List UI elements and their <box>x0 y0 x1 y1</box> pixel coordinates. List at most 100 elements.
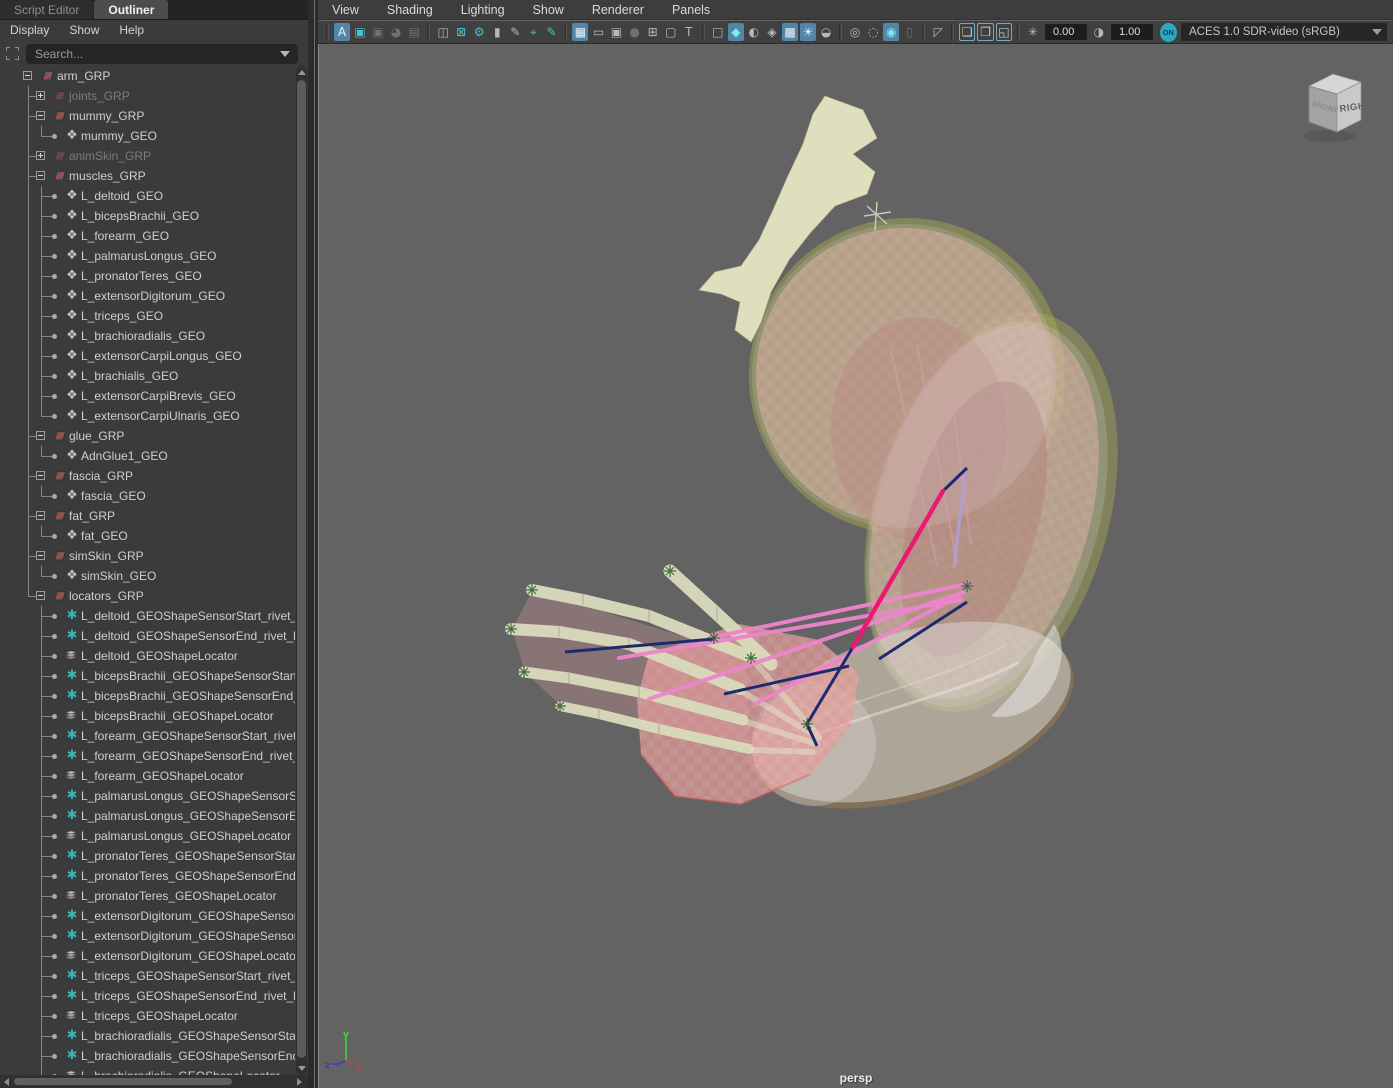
tree-row-L_deltoid_GEO[interactable]: ❖L_deltoid_GEO <box>0 186 295 206</box>
tree-row-AdnGlue1_GEO[interactable]: ❖AdnGlue1_GEO <box>0 446 295 466</box>
pan-zoom-icon[interactable]: ⌖ <box>525 23 541 41</box>
tree-row-L_extensorDigitorum_GEOShapeLocator[interactable]: L_extensorDigitorum_GEOShapeLocator <box>0 946 295 966</box>
tree-row-L_pronatorTeres_GEOShapeSensorEnd_rivet_loc[interactable]: ✱L_pronatorTeres_GEOShapeSensorEnd_rivet… <box>0 866 295 886</box>
outliner-menu-display[interactable]: Display <box>10 23 49 37</box>
camera-frame-icon[interactable]: ▣ <box>352 23 368 41</box>
tree-row-fat_GRP[interactable]: fat_GRP <box>0 506 295 526</box>
colorspace-dropdown[interactable]: ACES 1.0 SDR-video (sRGB) <box>1181 23 1387 41</box>
render-region-icon[interactable]: ◕ <box>388 23 404 41</box>
tree-row-muscles_GRP[interactable]: muscles_GRP <box>0 166 295 186</box>
tree-row-L_deltoid_GEOShapeLocator[interactable]: L_deltoid_GEOShapeLocator <box>0 646 295 666</box>
tree-row-L_bicepsBrachii_GEOShapeSensorStart_rivet_loc[interactable]: ✱L_bicepsBrachii_GEOShapeSensorStart_riv… <box>0 666 295 686</box>
safe-title-icon[interactable]: T <box>681 23 697 41</box>
scroll-up-icon[interactable] <box>298 70 306 75</box>
viewport-menu-shading[interactable]: Shading <box>387 3 433 17</box>
tree-row-L_palmarusLongus_GEOShapeLocator[interactable]: L_palmarusLongus_GEOShapeLocator <box>0 826 295 846</box>
resolution-gate-icon[interactable]: ▣ <box>609 23 625 41</box>
selection-box-icon[interactable] <box>6 47 19 60</box>
tree-row-animSkin_GRP[interactable]: animSkin_GRP <box>0 146 295 166</box>
exposure-field[interactable]: 0.00 <box>1045 24 1087 40</box>
viewport-menu-panels[interactable]: Panels <box>672 3 710 17</box>
search-dropdown-caret-icon[interactable] <box>280 51 290 57</box>
axis-gizmo[interactable]: y z x <box>325 1030 373 1072</box>
buffer-resize-icon[interactable]: ◱ <box>996 23 1012 41</box>
scroll-down-icon[interactable] <box>298 1066 306 1071</box>
tree-row-L_deltoid_GEOShapeSensorEnd_rivet_loc[interactable]: ✱L_deltoid_GEOShapeSensorEnd_rivet_loc <box>0 626 295 646</box>
wireframe-on-shaded-icon[interactable]: ◐ <box>746 23 762 41</box>
tree-row-L_extensorCarpiUlnaris_GEO[interactable]: ❖L_extensorCarpiUlnaris_GEO <box>0 406 295 426</box>
tree-row-L_palmarusLongus_GEOShapeSensorStart_rivet_loc[interactable]: ✱L_palmarusLongus_GEOShapeSensorStart_ri… <box>0 786 295 806</box>
tree-row-L_triceps_GEOShapeLocator[interactable]: L_triceps_GEOShapeLocator <box>0 1006 295 1026</box>
expand-icon[interactable] <box>36 151 45 160</box>
tree-row-L_bicepsBrachii_GEOShapeLocator[interactable]: L_bicepsBrachii_GEOShapeLocator <box>0 706 295 726</box>
select-highlight-icon[interactable]: A <box>334 23 350 41</box>
tree-row-L_forearm_GEO[interactable]: ❖L_forearm_GEO <box>0 226 295 246</box>
exposure-icon[interactable]: ✳ <box>1025 23 1041 41</box>
tree-row-L_forearm_GEOShapeLocator[interactable]: L_forearm_GEOShapeLocator <box>0 766 295 786</box>
collapse-icon[interactable] <box>36 551 45 560</box>
lights-icon[interactable]: ☀ <box>800 23 816 41</box>
viewport-menu-renderer[interactable]: Renderer <box>592 3 644 17</box>
panel-divider[interactable] <box>308 0 318 1088</box>
image-plane-icon[interactable]: ▤ <box>406 23 422 41</box>
camera-settings-icon[interactable]: ⚙ <box>471 23 487 41</box>
tree-row-L_triceps_GEOShapeSensorStart_rivet_loc[interactable]: ✱L_triceps_GEOShapeSensorStart_rivet_loc <box>0 966 295 986</box>
tree-row-fat_GEO[interactable]: ❖fat_GEO <box>0 526 295 546</box>
tree-row-L_pronatorTeres_GEOShapeSensorStart_rivet_loc[interactable]: ✱L_pronatorTeres_GEOShapeSensorStart_riv… <box>0 846 295 866</box>
tree-row-fascia_GEO[interactable]: ❖fascia_GEO <box>0 486 295 506</box>
tree-row-arm_GRP[interactable]: arm_GRP <box>0 66 295 86</box>
tree-row-simSkin_GRP[interactable]: simSkin_GRP <box>0 546 295 566</box>
tab-outliner[interactable]: Outliner <box>94 0 168 19</box>
ambient-occlusion-icon[interactable]: ◎ <box>847 23 863 41</box>
tree-row-L_palmarusLongus_GEO[interactable]: ❖L_palmarusLongus_GEO <box>0 246 295 266</box>
tree-row-locators_GRP[interactable]: locators_GRP <box>0 586 295 606</box>
tree-row-L_triceps_GEOShapeSensorEnd_rivet_loc[interactable]: ✱L_triceps_GEOShapeSensorEnd_rivet_loc <box>0 986 295 1006</box>
frame-selection-icon[interactable]: ▣ <box>370 23 386 41</box>
viewport-menu-lighting[interactable]: Lighting <box>461 3 505 17</box>
buffer-b-icon[interactable]: ❐ <box>977 23 993 41</box>
tree-row-L_extensorDigitorum_GEOShapeSensorEnd_rivet_loc[interactable]: ✱L_extensorDigitorum_GEOShapeSensorEnd_r… <box>0 926 295 946</box>
tree-row-simSkin_GEO[interactable]: ❖simSkin_GEO <box>0 566 295 586</box>
search-input[interactable] <box>26 47 280 61</box>
tree-row-L_brachialis_GEO[interactable]: ❖L_brachialis_GEO <box>0 366 295 386</box>
outliner-vertical-scrollbar[interactable] <box>296 66 307 1075</box>
collapse-icon[interactable] <box>36 431 45 440</box>
viewport-canvas[interactable]: FRONT RIGHT y z x persp <box>318 44 1393 1088</box>
collapse-icon[interactable] <box>36 471 45 480</box>
tab-script-editor[interactable]: Script Editor <box>0 0 93 19</box>
shadows-icon[interactable]: ◒ <box>818 23 834 41</box>
contrast-icon[interactable]: ◑ <box>1091 23 1107 41</box>
tree-row-L_bicepsBrachii_GEO[interactable]: ❖L_bicepsBrachii_GEO <box>0 206 295 226</box>
tree-row-glue_GRP[interactable]: glue_GRP <box>0 426 295 446</box>
tree-row-L_forearm_GEOShapeSensorEnd_rivet_loc[interactable]: ✱L_forearm_GEOShapeSensorEnd_rivet_loc <box>0 746 295 766</box>
tree-row-L_deltoid_GEOShapeSensorStart_rivet_loc[interactable]: ✱L_deltoid_GEOShapeSensorStart_rivet_loc <box>0 606 295 626</box>
isolate-select-icon[interactable]: ◸ <box>930 23 946 41</box>
tree-row-L_brachioradialis_GEOShapeLocator[interactable]: L_brachioradialis_GEOShapeLocator <box>0 1066 295 1075</box>
color-management-toggle[interactable]: ON <box>1160 23 1177 42</box>
scroll-right-icon[interactable] <box>297 1078 302 1086</box>
tree-row-L_brachioradialis_GEO[interactable]: ❖L_brachioradialis_GEO <box>0 326 295 346</box>
tree-row-L_palmarusLongus_GEOShapeSensorEnd_rivet_loc[interactable]: ✱L_palmarusLongus_GEOShapeSensorEnd_rive… <box>0 806 295 826</box>
wireframe-icon[interactable]: □ <box>710 23 726 41</box>
collapse-icon[interactable] <box>36 591 45 600</box>
tree-row-L_bicepsBrachii_GEOShapeSensorEnd_rivet_loc[interactable]: ✱L_bicepsBrachii_GEOShapeSensorEnd_rivet… <box>0 686 295 706</box>
tree-row-L_triceps_GEO[interactable]: ❖L_triceps_GEO <box>0 306 295 326</box>
collapse-icon[interactable] <box>36 171 45 180</box>
tree-row-L_extensorDigitorum_GEOShapeSensorStart_rivet_loc[interactable]: ✱L_extensorDigitorum_GEOShapeSensorStart… <box>0 906 295 926</box>
gamma-field[interactable]: 1.00 <box>1111 24 1153 40</box>
outliner-menu-show[interactable]: Show <box>69 23 99 37</box>
tree-row-mummy_GEO[interactable]: ❖mummy_GEO <box>0 126 295 146</box>
tree-row-mummy_GRP[interactable]: mummy_GRP <box>0 106 295 126</box>
tree-row-L_extensorCarpiLongus_GEO[interactable]: ❖L_extensorCarpiLongus_GEO <box>0 346 295 366</box>
depth-peeling-icon[interactable]: ▯ <box>901 23 917 41</box>
gate-mask-icon[interactable]: ● <box>627 23 643 41</box>
annotate-pencil-icon[interactable]: ✎ <box>543 23 559 41</box>
grid-icon[interactable]: ▦ <box>572 23 588 41</box>
outliner-menu-help[interactable]: Help <box>119 23 144 37</box>
tree-row-joints_GRP[interactable]: joints_GRP <box>0 86 295 106</box>
scroll-left-icon[interactable] <box>4 1078 9 1086</box>
tree-row-L_forearm_GEOShapeSensorStart_rivet_loc[interactable]: ✱L_forearm_GEOShapeSensorStart_rivet_loc <box>0 726 295 746</box>
bookmark-icon[interactable]: ▮ <box>489 23 505 41</box>
film-gate-icon[interactable]: ▭ <box>590 23 606 41</box>
collapse-icon[interactable] <box>36 111 45 120</box>
